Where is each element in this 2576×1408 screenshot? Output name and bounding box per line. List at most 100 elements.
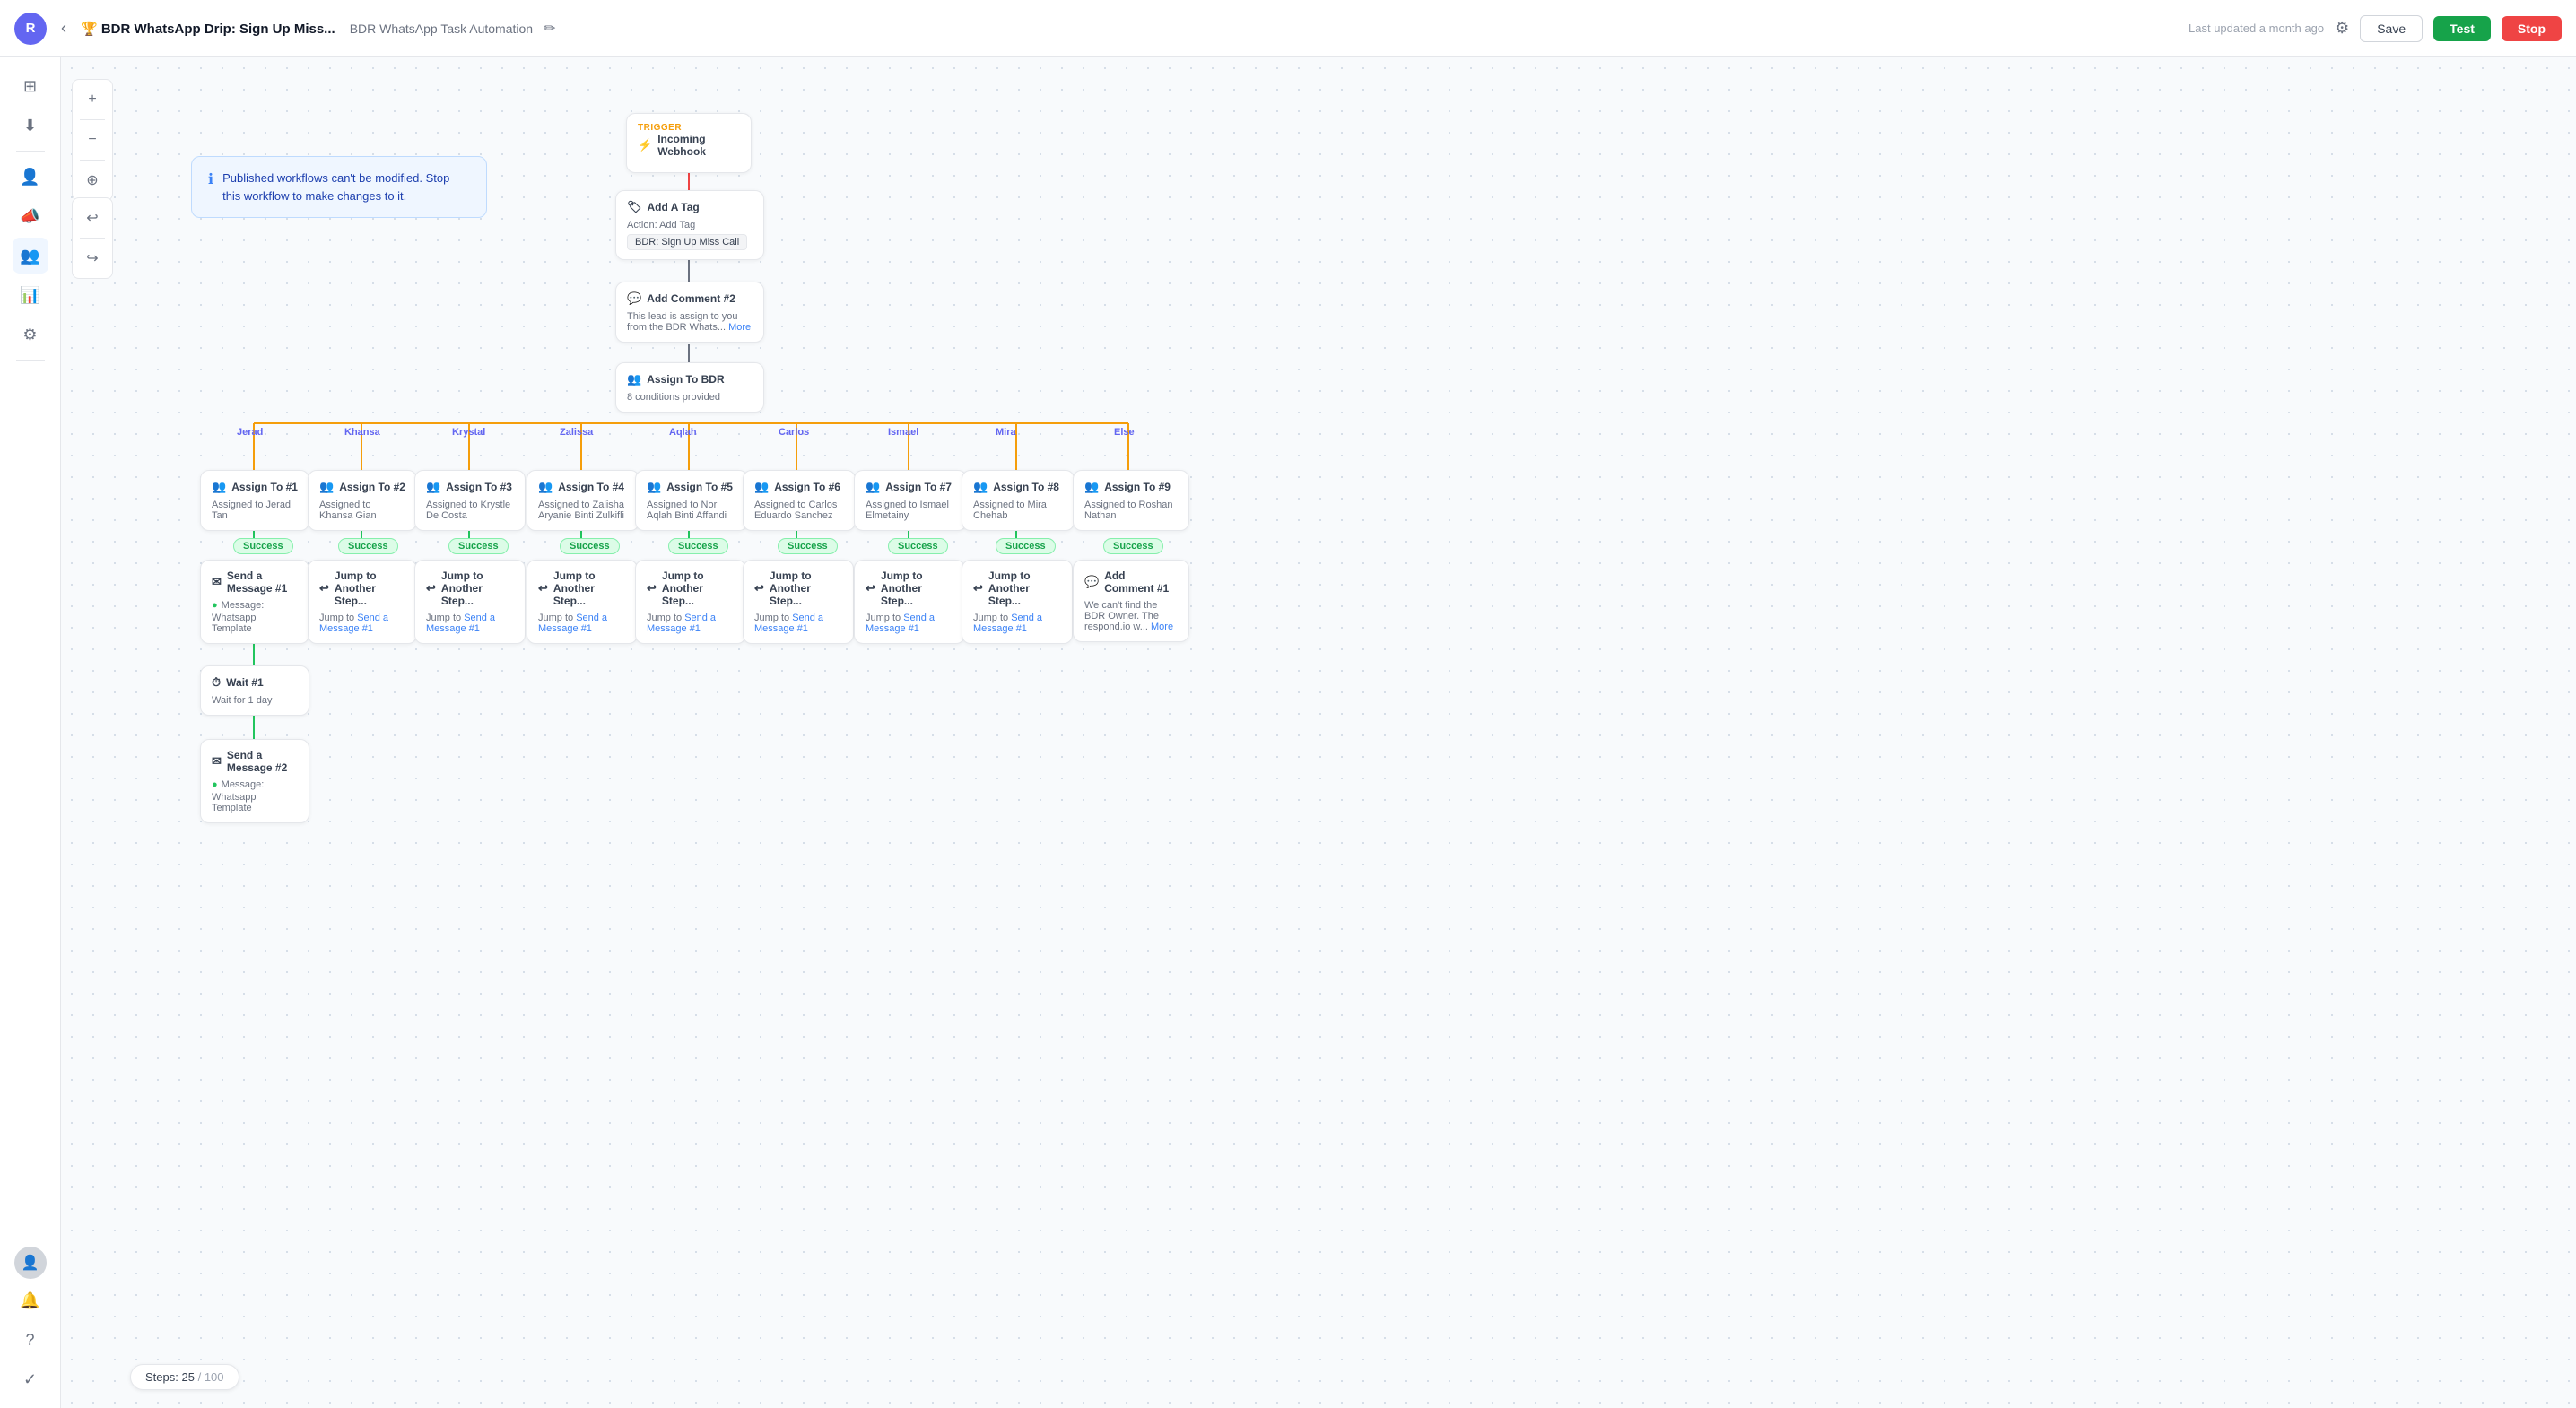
badge-success-2: Success bbox=[338, 537, 398, 554]
steps-label: Steps: bbox=[145, 1370, 178, 1384]
add-comment2-label: Add Comment #2 bbox=[647, 292, 735, 305]
settings-icon[interactable]: ⚙ bbox=[2335, 19, 2349, 38]
workflow-subtitle: BDR WhatsApp Task Automation bbox=[350, 22, 533, 36]
save-button[interactable]: Save bbox=[2360, 15, 2423, 42]
assign8-label: Assign To #8 bbox=[993, 481, 1059, 493]
fit-view-button[interactable]: ⊕ bbox=[76, 164, 109, 196]
jump-node-5[interactable]: ↩Jump to Another Step... Jump to Send a … bbox=[635, 560, 746, 644]
sidebar-item-analytics[interactable]: 📊 bbox=[13, 277, 48, 313]
badge-success-1: Success bbox=[233, 537, 293, 554]
assign-node-2[interactable]: 👥Assign To #2 Assigned to Khansa Gian bbox=[308, 470, 417, 531]
add-tag-node[interactable]: 🏷 Add A Tag Action: Add Tag BDR: Sign Up… bbox=[615, 190, 764, 260]
zoom-in-button[interactable]: + bbox=[76, 83, 109, 116]
jump2-target: Send a Message #1 bbox=[319, 613, 388, 634]
badge-success-4: Success bbox=[560, 537, 620, 554]
sidebar-item-notification[interactable]: 🔔 bbox=[13, 1282, 48, 1318]
jump-node-7[interactable]: ↩Jump to Another Step... Jump to Send a … bbox=[854, 560, 965, 644]
assign6-body: Assigned to Carlos Eduardo Sanchez bbox=[754, 500, 844, 521]
assign2-body: Assigned to Khansa Gian bbox=[319, 500, 405, 521]
assign-bdr-body: 8 conditions provided bbox=[627, 392, 753, 403]
branch-jerad: Jerad bbox=[237, 427, 263, 438]
jump8-target: Send a Message #1 bbox=[973, 613, 1042, 634]
back-button[interactable]: ‹ bbox=[57, 15, 70, 41]
send-message2-node[interactable]: ✉Send a Message #2 ● Message: Whatsapp T… bbox=[200, 739, 309, 823]
assign5-label: Assign To #5 bbox=[666, 481, 733, 493]
edit-icon[interactable]: ✏ bbox=[544, 20, 555, 38]
jump6-target: Send a Message #1 bbox=[754, 613, 823, 634]
assign-node-6[interactable]: 👥Assign To #6 Assigned to Carlos Eduardo… bbox=[743, 470, 856, 531]
sidebar-item-download[interactable]: ⬇ bbox=[13, 108, 48, 143]
sidebar-item-broadcast[interactable]: 📣 bbox=[13, 198, 48, 234]
assign-node-1[interactable]: 👥Assign To #1 Assigned to Jerad Tan bbox=[200, 470, 309, 531]
send-msg1-status: ● Message: bbox=[212, 600, 298, 611]
steps-current: 25 bbox=[181, 1370, 194, 1384]
assign-node-3[interactable]: 👥Assign To #3 Assigned to Krystle De Cos… bbox=[414, 470, 526, 531]
add-tag-action: Action: Add Tag bbox=[627, 220, 753, 230]
assign2-label: Assign To #2 bbox=[339, 481, 405, 493]
sidebar-item-settings[interactable]: ⚙ bbox=[13, 317, 48, 352]
add-comment2-node[interactable]: 💬 Add Comment #2 This lead is assign to … bbox=[615, 282, 764, 343]
jump2-label: Jump to Another Step... bbox=[335, 569, 405, 607]
sidebar-item-checkmark[interactable]: ✓ bbox=[13, 1361, 48, 1397]
jump-node-3[interactable]: ↩Jump to Another Step... Jump to Send a … bbox=[414, 560, 526, 644]
jump-node-2[interactable]: ↩Jump to Another Step... Jump to Send a … bbox=[308, 560, 417, 644]
last-updated-text: Last updated a month ago bbox=[2189, 22, 2324, 35]
wait1-node[interactable]: ⏱Wait #1 Wait for 1 day bbox=[200, 665, 309, 716]
assign-node-5[interactable]: 👥Assign To #5 Assigned to Nor Aqlah Bint… bbox=[635, 470, 748, 531]
trigger-node[interactable]: Trigger ⚡ Incoming Webhook bbox=[626, 113, 752, 173]
stop-button[interactable]: Stop bbox=[2502, 16, 2562, 41]
assign6-label: Assign To #6 bbox=[774, 481, 840, 493]
branch-zalissa: Zalissa bbox=[560, 427, 593, 438]
zoom-tools: + − ⊕ bbox=[72, 79, 113, 201]
sidebar-item-workflows[interactable]: 👥 bbox=[13, 238, 48, 274]
topbar: R ‹ 🏆 BDR WhatsApp Drip: Sign Up Miss...… bbox=[0, 0, 2576, 57]
add-comment1-node[interactable]: 💬Add Comment #1 We can't find the BDR Ow… bbox=[1073, 560, 1189, 642]
add-comment1-more[interactable]: More bbox=[1151, 621, 1173, 632]
add-comment1-body: We can't find the BDR Owner. The respond… bbox=[1084, 600, 1159, 632]
jump5-target: Send a Message #1 bbox=[647, 613, 716, 634]
redo-button[interactable]: ↪ bbox=[76, 242, 109, 274]
test-button[interactable]: Test bbox=[2433, 16, 2491, 41]
undo-redo-tools: ↩ ↪ bbox=[72, 197, 113, 279]
steps-counter: Steps: 25 / 100 bbox=[130, 1364, 239, 1390]
jump-node-4[interactable]: ↩Jump to Another Step... Jump to Send a … bbox=[527, 560, 638, 644]
sidebar-item-help[interactable]: ? bbox=[13, 1322, 48, 1358]
send-message1-node[interactable]: ✉Send a Message #1 ● Message: Whatsapp T… bbox=[200, 560, 309, 644]
assign9-label: Assign To #9 bbox=[1104, 481, 1171, 493]
branch-mira: Mira bbox=[996, 427, 1016, 438]
send-msg2-label: Send a Message #2 bbox=[227, 749, 298, 774]
jump6-label: Jump to Another Step... bbox=[770, 569, 842, 607]
branch-ismael: Ismael bbox=[888, 427, 918, 438]
sidebar-item-dashboard[interactable]: ⊞ bbox=[13, 68, 48, 104]
undo-button[interactable]: ↩ bbox=[76, 202, 109, 234]
assign-node-7[interactable]: 👥Assign To #7 Assigned to Ismael Elmetai… bbox=[854, 470, 967, 531]
add-comment2-body: This lead is assign to you from the BDR … bbox=[627, 311, 738, 333]
jump5-label: Jump to Another Step... bbox=[662, 569, 735, 607]
jump3-label: Jump to Another Step... bbox=[441, 569, 514, 607]
branch-else: Else bbox=[1114, 427, 1135, 438]
add-tag-label: Add A Tag bbox=[648, 201, 700, 213]
jump-node-8[interactable]: ↩Jump to Another Step... Jump to Send a … bbox=[962, 560, 1073, 644]
badge-success-6: Success bbox=[778, 537, 838, 554]
user-profile-icon[interactable]: 👤 bbox=[14, 1247, 47, 1279]
assign-bdr-label: Assign To BDR bbox=[647, 373, 724, 386]
add-comment2-more[interactable]: More bbox=[728, 322, 751, 333]
left-sidebar: ⊞ ⬇ 👤 📣 👥 📊 ⚙ 👤 🔔 ? ✓ bbox=[0, 57, 61, 1408]
assign3-body: Assigned to Krystle De Costa bbox=[426, 500, 514, 521]
assign-node-8[interactable]: 👥Assign To #8 Assigned to Mira Chehab bbox=[962, 470, 1075, 531]
assign-node-4[interactable]: 👥Assign To #4 Assigned to Zalisha Aryani… bbox=[527, 470, 640, 531]
trigger-body: Incoming Webhook bbox=[657, 133, 740, 158]
assign3-label: Assign To #3 bbox=[446, 481, 512, 493]
workflow-canvas[interactable]: ℹ Published workflows can't be modified.… bbox=[61, 57, 2576, 1408]
workflow-title: 🏆 BDR WhatsApp Drip: Sign Up Miss... bbox=[81, 21, 335, 37]
send-msg1-label: Send a Message #1 bbox=[227, 569, 298, 595]
jump-node-6[interactable]: ↩Jump to Another Step... Jump to Send a … bbox=[743, 560, 854, 644]
sidebar-item-contacts[interactable]: 👤 bbox=[13, 159, 48, 195]
zoom-out-button[interactable]: − bbox=[76, 124, 109, 156]
assign-bdr-node[interactable]: 👥 Assign To BDR 8 conditions provided bbox=[615, 362, 764, 413]
jump4-label: Jump to Another Step... bbox=[553, 569, 626, 607]
wait1-label: Wait #1 bbox=[226, 676, 264, 689]
assign8-body: Assigned to Mira Chehab bbox=[973, 500, 1063, 521]
assign-node-9[interactable]: 👥Assign To #9 Assigned to Roshan Nathan bbox=[1073, 470, 1189, 531]
branch-carlos: Carlos bbox=[779, 427, 809, 438]
